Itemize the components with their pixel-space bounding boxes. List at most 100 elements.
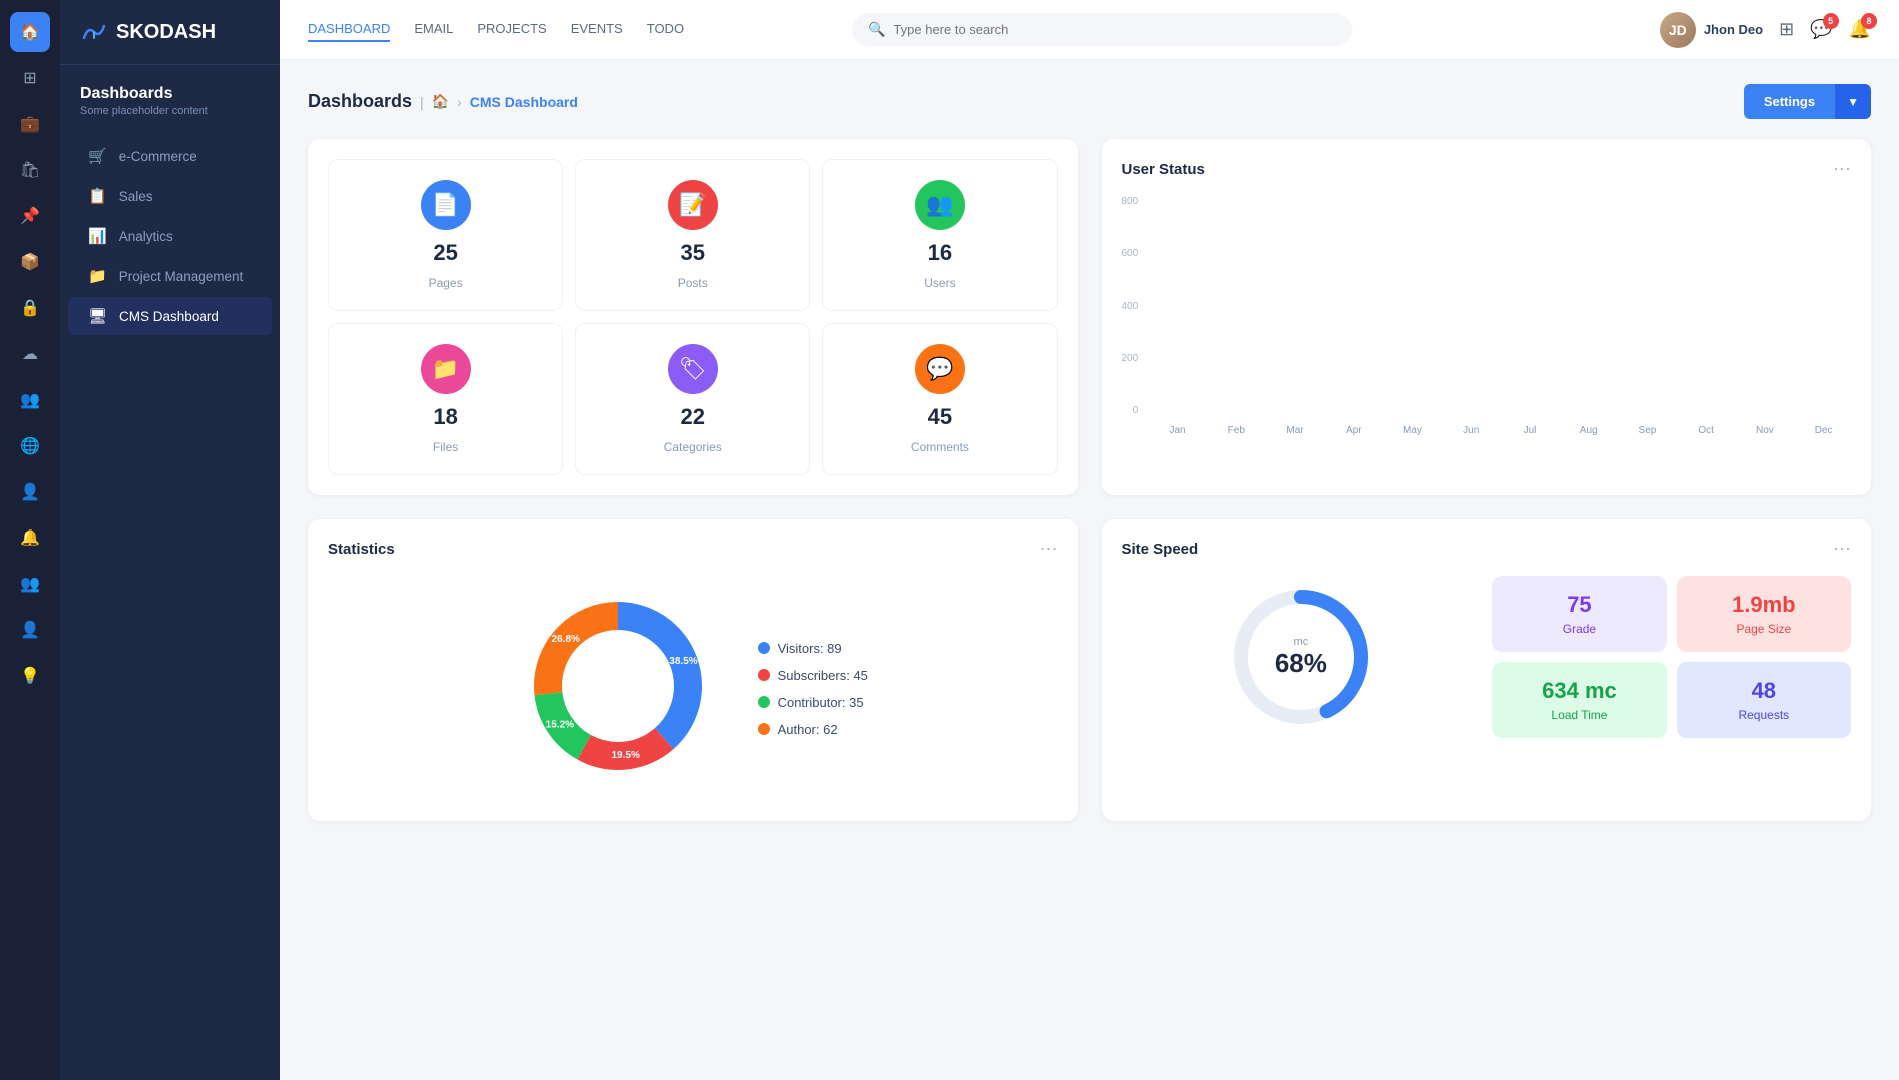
user-info: JD Jhon Deo <box>1660 12 1763 48</box>
stat-value-categories: 22 <box>681 404 705 430</box>
search-input[interactable] <box>893 22 1336 37</box>
page-content: Dashboards | 🏠 › CMS Dashboard Settings … <box>280 60 1899 1080</box>
search-bar: 🔍 <box>852 13 1352 46</box>
bar-group-oct: Oct <box>1679 421 1734 436</box>
bar-group-jun: Jun <box>1444 421 1499 436</box>
site-speed-card: Site Speed ⋯ mc 68% 75 <box>1102 519 1872 821</box>
site-speed-menu[interactable]: ⋯ <box>1833 539 1851 560</box>
sidebar-nav: 🛒 e-Commerce 📋 Sales 📊 Analytics 📁 Proje… <box>60 127 280 1080</box>
breadcrumb-arrow: › <box>457 94 462 110</box>
donut-label-contributor: 15.2% <box>545 720 573 731</box>
bell-badge: 8 <box>1861 13 1877 29</box>
donut-label-subscribers: 19.5% <box>611 750 639 761</box>
search-icon: 🔍 <box>868 21 885 38</box>
pm-icon: 📁 <box>88 267 107 285</box>
speed-value-1: 1.9mb <box>1732 592 1796 618</box>
notification-button[interactable]: 🔔 8 <box>1849 19 1871 40</box>
speed-label-3: Requests <box>1738 708 1789 722</box>
nav-projects[interactable]: PROJECTS <box>477 17 546 42</box>
donut-legend: Visitors: 89 Subscribers: 45 Contributor… <box>758 641 868 737</box>
legend-item-visitors: Visitors: 89 <box>758 641 868 656</box>
bar-group-apr: Apr <box>1326 421 1381 436</box>
bar-label-apr: Apr <box>1346 425 1362 436</box>
sidebar-item-sales[interactable]: 📋 Sales <box>68 177 272 215</box>
topnav-links: DASHBOARD EMAIL PROJECTS EVENTS TODO <box>308 17 684 42</box>
sidebar-item-project-management[interactable]: 📁 Project Management <box>68 257 272 295</box>
topnav-right: JD Jhon Deo ⊞ 💬 5 🔔 8 <box>1660 12 1871 48</box>
stat-label-files: Files <box>433 440 458 454</box>
icon-grid[interactable]: ⊞ <box>10 58 50 98</box>
icon-pin[interactable]: 📌 <box>10 196 50 236</box>
sidebar-header: SKODASH <box>60 0 280 65</box>
grid-icon-button[interactable]: ⊞ <box>1779 19 1794 40</box>
ring-unit: mc <box>1275 636 1327 648</box>
bar-label-aug: Aug <box>1580 425 1598 436</box>
speed-stat-load-time: 634 mc Load Time <box>1492 662 1666 738</box>
bar-group-jul: Jul <box>1503 421 1558 436</box>
speed-label-1: Page Size <box>1736 622 1791 636</box>
icon-users[interactable]: 👥 <box>10 380 50 420</box>
speed-stat-requests: 48 Requests <box>1677 662 1851 738</box>
messenger-badge: 5 <box>1823 13 1839 29</box>
icon-profile[interactable]: 👤 <box>10 610 50 650</box>
icon-bell[interactable]: 🔔 <box>10 518 50 558</box>
messenger-button[interactable]: 💬 5 <box>1810 19 1832 40</box>
y-label: 200 <box>1122 353 1139 364</box>
home-icon[interactable]: 🏠 <box>432 93 449 110</box>
icon-briefcase[interactable]: 💼 <box>10 104 50 144</box>
speed-grid: mc 68% 75 Grade 1.9mb Page Size 634 mc L… <box>1122 576 1852 738</box>
y-label: 400 <box>1122 301 1139 312</box>
legend-label-visitors: Visitors: 89 <box>778 641 842 656</box>
icon-bulb[interactable]: 💡 <box>10 656 50 696</box>
nav-email[interactable]: EMAIL <box>414 17 453 42</box>
icon-cloud[interactable]: ☁ <box>10 334 50 374</box>
icon-package[interactable]: 📦 <box>10 242 50 282</box>
donut-svg: 38.5%19.5%15.2%26.8% <box>518 586 718 786</box>
icon-globe[interactable]: 🌐 <box>10 426 50 466</box>
sidebar-item-label: Project Management <box>119 269 244 284</box>
legend-label-author: Author: 62 <box>778 722 838 737</box>
sidebar-item-ecommerce[interactable]: 🛒 e-Commerce <box>68 137 272 175</box>
stat-icon-files: 📁 <box>421 344 471 394</box>
speed-label-2: Load Time <box>1551 708 1607 722</box>
nav-dashboard[interactable]: DASHBOARD <box>308 17 390 42</box>
icon-lock[interactable]: 🔒 <box>10 288 50 328</box>
speed-label-0: Grade <box>1563 622 1596 636</box>
stat-label-categories: Categories <box>664 440 722 454</box>
stat-card-comments: 💬 45 Comments <box>822 323 1057 475</box>
ring-percentage: 68% <box>1275 648 1327 679</box>
stat-value-posts: 35 <box>681 240 705 266</box>
separator: | <box>420 94 424 110</box>
user-status-menu[interactable]: ⋯ <box>1833 159 1851 180</box>
settings-button[interactable]: Settings <box>1744 84 1835 119</box>
stat-value-comments: 45 <box>928 404 952 430</box>
breadcrumb-row: Dashboards | 🏠 › CMS Dashboard Settings … <box>308 84 1871 119</box>
cms-icon: 🖥 <box>88 307 107 325</box>
bar-label-jun: Jun <box>1463 425 1479 436</box>
nav-events[interactable]: EVENTS <box>571 17 623 42</box>
icon-home[interactable]: 🏠 <box>10 12 50 52</box>
bar-group-may: May <box>1385 421 1440 436</box>
speed-stats-grid: 75 Grade 1.9mb Page Size 634 mc Load Tim… <box>1492 576 1851 738</box>
bar-label-mar: Mar <box>1286 425 1303 436</box>
nav-todo[interactable]: TODO <box>647 17 684 42</box>
sidebar-item-analytics[interactable]: 📊 Analytics <box>68 217 272 255</box>
icon-shop[interactable]: 🛍 <box>10 150 50 190</box>
sidebar-item-cms-dashboard[interactable]: 🖥 CMS Dashboard <box>68 297 272 335</box>
logo: SKODASH <box>80 18 216 46</box>
icon-team[interactable]: 👥 <box>10 564 50 604</box>
icon-user[interactable]: 👤 <box>10 472 50 512</box>
user-status-card: User Status ⋯ 8006004002000 Jan Feb Mar … <box>1102 139 1872 495</box>
bar-chart-area: 8006004002000 Jan Feb Mar Apr May Jun Ju… <box>1122 196 1852 436</box>
legend-label-subscribers: Subscribers: 45 <box>778 668 868 683</box>
sidebar: SKODASH Dashboards Some placeholder cont… <box>60 0 280 1080</box>
bar-label-jan: Jan <box>1169 425 1185 436</box>
donut-label-author: 26.8% <box>551 634 579 645</box>
settings-dropdown-button[interactable]: ▼ <box>1835 84 1871 119</box>
user-name: Jhon Deo <box>1704 22 1763 37</box>
legend-item-subscribers: Subscribers: 45 <box>758 668 868 683</box>
statistics-menu[interactable]: ⋯ <box>1040 539 1058 560</box>
bar-label-jul: Jul <box>1524 425 1537 436</box>
sidebar-item-label: e-Commerce <box>119 149 197 164</box>
sidebar-item-label: Analytics <box>119 229 173 244</box>
